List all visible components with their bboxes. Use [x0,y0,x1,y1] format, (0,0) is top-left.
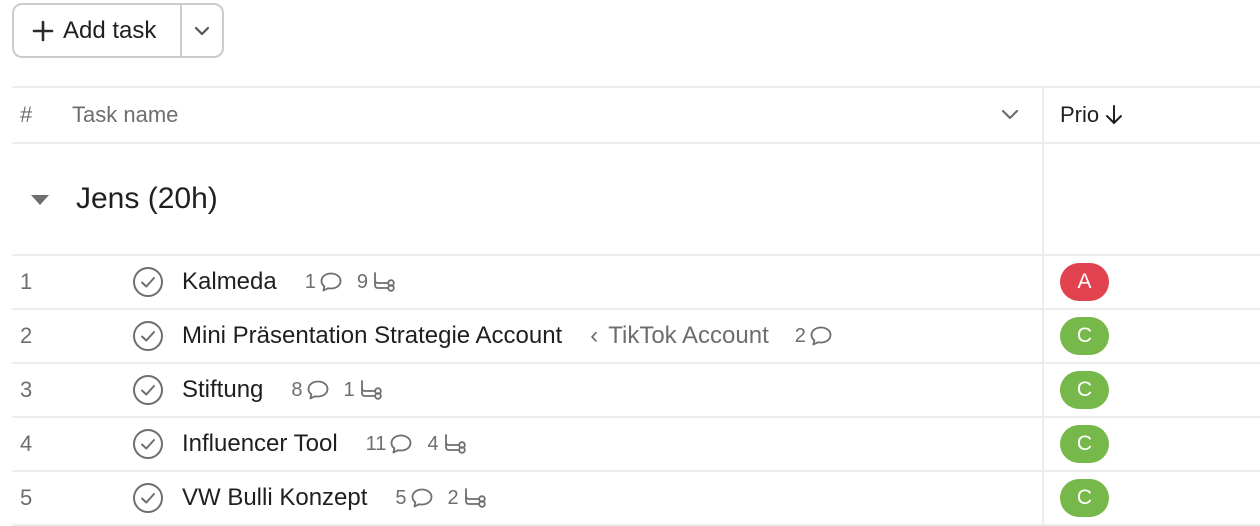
subtask-count[interactable]: 9 [357,271,397,294]
task-content: Kalmeda 1 9 [182,268,411,296]
caret-down-icon[interactable] [30,194,50,206]
check-circle-icon[interactable] [132,266,164,298]
comment-count-value: 1 [304,270,316,293]
comment-icon [307,380,328,400]
parent-task-name: TikTok Account [608,322,769,349]
subtask-count[interactable]: 4 [427,433,467,456]
subtask-count[interactable]: 1 [344,379,384,402]
subtask-count-value: 9 [356,270,368,293]
table-row[interactable]: 2 Mini Präsentation Strategie Account ‹ … [12,310,1260,364]
comment-count[interactable]: 5 [395,487,433,510]
check-circle-icon[interactable] [132,320,164,352]
column-header-number: # [20,102,33,127]
check-circle-icon[interactable] [132,428,164,460]
task-content: VW Bulli Konzept 5 2 [182,484,502,512]
comment-icon [411,488,432,508]
prio-badge[interactable]: C [1060,317,1109,355]
prio-header-label: Prio [1060,102,1100,127]
subtask-icon [360,380,382,400]
task-prio-cell: C [1044,310,1260,362]
chevron-left-icon: ‹ [590,322,599,349]
task-main-cell: 3 Stiftung 8 1 [12,364,1044,416]
section-prio-cell [1044,144,1260,254]
task-table: # Task name Prio Jens (20h) 1 Kalmeda 1 … [12,86,1260,526]
column-header-task-name[interactable]: Task name [72,102,178,128]
header-main-cell: # Task name [12,88,1044,142]
task-number: 2 [20,323,33,348]
prio-badge[interactable]: C [1060,371,1109,409]
task-content: Influencer Tool 11 4 [182,430,482,458]
task-prio-cell: C [1044,472,1260,524]
toolbar: Add task [12,3,224,58]
arrow-down-icon [1106,105,1123,124]
subtask-icon [374,272,395,292]
prio-badge[interactable]: A [1060,263,1109,301]
comment-count-value: 8 [291,378,303,401]
column-header-prio[interactable]: Prio [1060,102,1123,128]
task-name[interactable]: Mini Präsentation Strategie Account [182,322,562,350]
task-number: 4 [20,431,33,456]
task-content: Mini Präsentation Strategie Account ‹ Ti… [182,322,847,350]
subtask-count[interactable]: 2 [448,487,488,510]
subtask-count-value: 4 [427,432,439,455]
prio-badge[interactable]: C [1060,479,1109,517]
task-number: 5 [20,485,33,510]
comment-count-value: 5 [395,486,407,509]
comment-icon [320,272,342,292]
table-row[interactable]: 1 Kalmeda 1 9 A [12,256,1260,310]
table-header: # Task name Prio [12,86,1260,144]
comment-count-value: 2 [794,324,806,347]
comment-count-value: 11 [365,432,387,455]
add-task-button[interactable]: Add task [14,5,180,56]
comment-count[interactable]: 2 [795,325,833,348]
section-title[interactable]: Jens (20h) [76,182,218,216]
task-prio-cell: A [1044,256,1260,308]
subtask-count-value: 2 [447,486,459,509]
task-number: 1 [20,269,33,294]
subtask-icon [444,434,466,454]
task-name[interactable]: VW Bulli Konzept [182,484,367,512]
task-prio-cell: C [1044,418,1260,470]
section-row: Jens (20h) [12,144,1260,256]
add-task-dropdown-button[interactable] [180,5,222,56]
task-prio-cell: C [1044,364,1260,416]
section-main-cell: Jens (20h) [12,144,1044,254]
task-main-cell: 4 Influencer Tool 11 4 [12,418,1044,470]
add-task-label: Add task [63,16,157,44]
chevron-down-icon [194,26,210,35]
comment-count[interactable]: 1 [305,271,343,294]
parent-task-link[interactable]: ‹ TikTok Account [590,322,769,350]
add-task-button-group: Add task [12,3,224,58]
subtask-icon [464,488,486,508]
comment-icon [391,434,412,454]
comment-count[interactable]: 11 [366,433,414,456]
task-name[interactable]: Stiftung [182,376,263,404]
comment-icon [810,326,832,346]
subtask-count-value: 1 [343,378,355,401]
task-rows: 1 Kalmeda 1 9 A 2 Mini Präsentation Stra… [12,256,1260,526]
task-main-cell: 1 Kalmeda 1 9 [12,256,1044,308]
header-prio-cell: Prio [1044,88,1260,142]
task-main-cell: 2 Mini Präsentation Strategie Account ‹ … [12,310,1044,362]
check-circle-icon[interactable] [132,482,164,514]
prio-badge[interactable]: C [1060,425,1109,463]
plus-icon [32,20,54,41]
table-row[interactable]: 4 Influencer Tool 11 4 C [12,418,1260,472]
chevron-down-icon[interactable] [1000,107,1020,121]
task-number: 3 [20,377,33,402]
table-row[interactable]: 5 VW Bulli Konzept 5 2 C [12,472,1260,526]
table-row[interactable]: 3 Stiftung 8 1 C [12,364,1260,418]
task-content: Stiftung 8 1 [182,376,398,404]
check-circle-icon[interactable] [132,374,164,406]
task-name[interactable]: Kalmeda [182,268,277,296]
task-name[interactable]: Influencer Tool [182,430,338,458]
comment-count[interactable]: 8 [291,379,329,402]
task-main-cell: 5 VW Bulli Konzept 5 2 [12,472,1044,524]
